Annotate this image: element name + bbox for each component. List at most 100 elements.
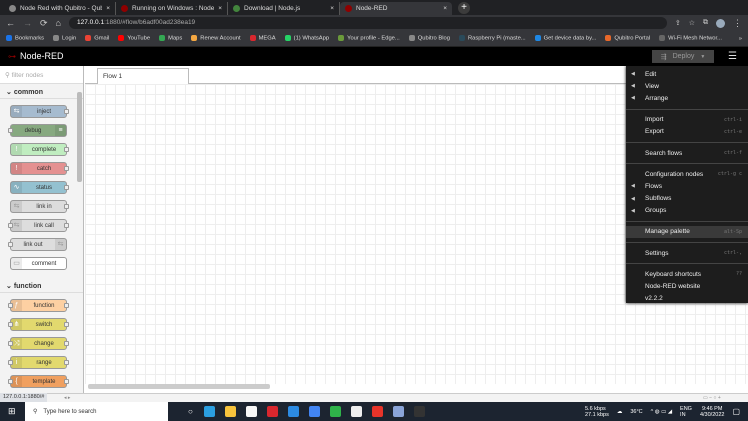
star-icon[interactable]: ☆ [689,19,695,27]
bookmark-item[interactable]: Get device data by... [534,35,596,42]
taskbar-app-icon[interactable] [392,406,404,417]
bookmark-item[interactable]: Login [53,35,76,42]
palette-node-catch[interactable]: ! catch [10,162,69,175]
tab-close-icon[interactable]: × [330,5,334,12]
menu-item-node-red-website[interactable]: Node-RED website [626,280,748,292]
menu-item-settings[interactable]: Settings ctrl-, [626,247,748,259]
bookmark-item[interactable]: (1) WhatsApp [284,35,329,42]
taskbar-app-icon[interactable] [350,406,362,417]
palette-node-template[interactable]: {template [8,375,69,388]
menu-item-keyboard-shortcuts[interactable]: Keyboard shortcuts?? [626,268,748,280]
extensions-icon[interactable]: ⧉ [703,19,708,27]
tray-icons[interactable]: ^ ◍ ▭ ◢ [651,409,672,415]
filter-nodes-input[interactable]: ⚲ filter nodes [0,66,83,84]
main-menu-button[interactable]: ☰ [728,51,737,62]
menu-item-configuration-nodes[interactable]: Configuration nodes ctrl-g c [626,168,748,180]
browser-tab[interactable]: Node Red with Qubitro - Qubitro × [4,2,116,15]
taskbar-app-icon[interactable] [245,406,257,417]
menu-item-arrange[interactable]: ◀ Arrange [626,92,748,104]
notifications-icon[interactable]: ▢ [732,407,740,416]
back-icon[interactable]: ← [6,18,15,28]
palette-scrollbar[interactable] [77,92,82,182]
new-tab-button[interactable]: + [458,2,470,14]
bookmark-item[interactable]: Qubitro Portal [605,35,650,42]
node-red-logo: ⊶ Node-RED [8,51,64,61]
tab-close-icon[interactable]: × [443,5,447,12]
taskbar-search-input[interactable]: ⚲ Type here to search [25,402,168,421]
taskbar-app-icon[interactable] [329,406,341,417]
taskbar-app-icon[interactable] [287,406,299,417]
bookmark-item[interactable]: Qubitro Blog [408,35,450,42]
taskbar-app-icon[interactable] [224,406,236,417]
url-input[interactable]: 127.0.0.1:1880/#flow/b6adf00ad238ea19 [68,17,667,29]
bookmark-label: Raspberry Pi (maste... [467,35,526,42]
palette-node-switch[interactable]: ⋔ switch [8,318,69,331]
palette-category-common[interactable]: ⌄ common [0,84,83,99]
palette-node-change[interactable]: ⤨ change [8,337,69,350]
palette-node-link-in[interactable]: ⇆ link in [10,200,69,213]
region: IN [680,411,686,418]
palette-node-function[interactable]: ƒ function [8,299,69,312]
palette-node-debug[interactable]: debug ≡ [8,124,67,137]
palette-category-function[interactable]: ⌄ function [0,278,83,293]
language-indicator[interactable]: ENG IN [680,406,692,418]
canvas-horizontal-scrollbar[interactable] [88,384,270,389]
bookmark-item[interactable]: Renew Account [191,35,241,42]
taskbar-app-icon[interactable] [308,406,320,417]
taskbar-app-icon[interactable] [266,406,278,417]
bookmarks-more-button[interactable]: » [739,36,742,42]
menu-item-groups[interactable]: ◀ Groups [626,205,748,217]
bookmark-item[interactable]: MEGA [249,35,276,42]
menu-item-flows[interactable]: ◀ Flows [626,180,748,192]
taskbar-app-icon[interactable] [203,406,215,417]
tab-flow-1[interactable]: Flow 1 [97,68,189,84]
share-icon[interactable]: ⇪ [675,19,681,27]
submenu-arrow-icon: ◀ [631,71,635,78]
menu-item-manage-palette[interactable]: Manage palette alt-Sp [626,225,748,239]
cortana-icon[interactable]: ○ [188,407,193,416]
bookmark-item[interactable]: Raspberry Pi (maste... [458,35,526,42]
weather-temp[interactable]: 36°C [630,409,642,415]
deploy-dropdown-icon[interactable]: ▼ [700,54,705,60]
menu-item-label: Arrange [645,94,669,102]
bookmark-item[interactable]: Wi-Fi Mesh Networ... [659,35,722,42]
palette-node-inject[interactable]: ⇆ inject [10,105,69,118]
bookmark-item[interactable]: Gmail [85,35,109,42]
bookmark-item[interactable]: YouTube [118,35,150,42]
menu-item-view[interactable]: ◀ View [626,80,748,92]
browser-tab[interactable]: Download | Node.js × [228,2,340,15]
taskbar-app-icon[interactable] [413,406,425,417]
bookmark-item[interactable]: Your profile - Edge... [338,35,400,42]
bookmark-label: MEGA [258,35,276,42]
menu-item-search-flows[interactable]: Search flows ctrl-f [626,147,748,159]
menu-item-subflows[interactable]: ◀ Subflows [626,193,748,205]
reload-icon[interactable]: ⟳ [40,18,48,29]
menu-item-import[interactable]: Import ctrl-i [626,114,748,126]
clock[interactable]: 9:46 PM 4/30/2022 [700,406,724,418]
palette-node-link-out[interactable]: link out ⇆ [8,238,67,251]
palette-node-complete[interactable]: ! complete [10,143,69,156]
palette-node-status[interactable]: ∿ status [10,181,69,194]
palette-toggle-buttons[interactable]: ◂ ▸ [64,395,70,401]
home-icon[interactable]: ⌂ [56,18,61,28]
tab-close-icon[interactable]: × [106,5,110,12]
taskbar-app-icon[interactable] [371,406,383,417]
menu-item-export[interactable]: Export ctrl-e [626,126,748,138]
profile-avatar[interactable] [716,18,725,28]
palette-node-range[interactable]: i range [8,356,69,369]
palette-node-link-call[interactable]: ⇆ link call [8,219,69,232]
bookmark-item[interactable]: Maps [159,35,182,42]
browser-tab[interactable]: Node-RED × [340,2,452,15]
menu-item-edit[interactable]: ◀ Edit [626,68,748,80]
palette-node-comment[interactable]: ▭ comment [10,257,67,270]
menu-item-label: Edit [645,70,657,78]
bookmark-item[interactable]: Bookmarks [6,35,44,42]
browser-menu-icon[interactable]: ⋮ [733,18,742,29]
deploy-button[interactable]: ⇶ Deploy ▼ [652,50,714,63]
browser-tab[interactable]: Running on Windows : Node-RED× [116,2,228,15]
forward-icon[interactable]: → [23,18,32,28]
windows-start-icon[interactable]: ⊞ [8,406,16,417]
menu-item-v2-2-2[interactable]: v2.2.2 [626,293,748,305]
tab-close-icon[interactable]: × [218,5,222,12]
zoom-controls[interactable]: ▭ − ○ + [703,395,721,401]
